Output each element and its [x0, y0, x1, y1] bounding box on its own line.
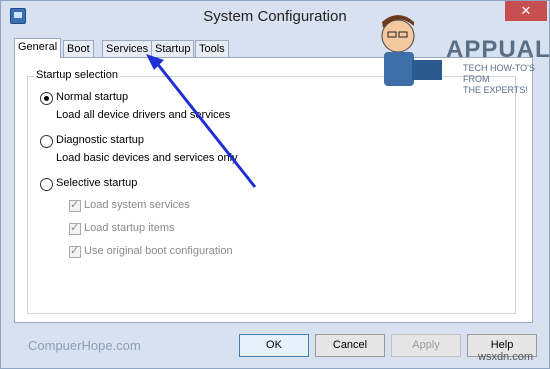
tab-general[interactable]: General: [14, 38, 62, 58]
watermark-right: wsxdn.com: [478, 351, 534, 363]
blue-arrow-shaft: [154, 61, 257, 188]
appuals-tagline-line2: THE EXPERTS!: [463, 85, 528, 95]
appuals-mascot-logo: [381, 15, 442, 86]
appuals-tagline-line1: TECH HOW-TO'S FROM: [463, 63, 535, 84]
appuals-logo-text: APPUALS: [446, 36, 550, 63]
appuals-tagline: TECH HOW-TO'S FROM THE EXPERTS!: [463, 63, 550, 96]
